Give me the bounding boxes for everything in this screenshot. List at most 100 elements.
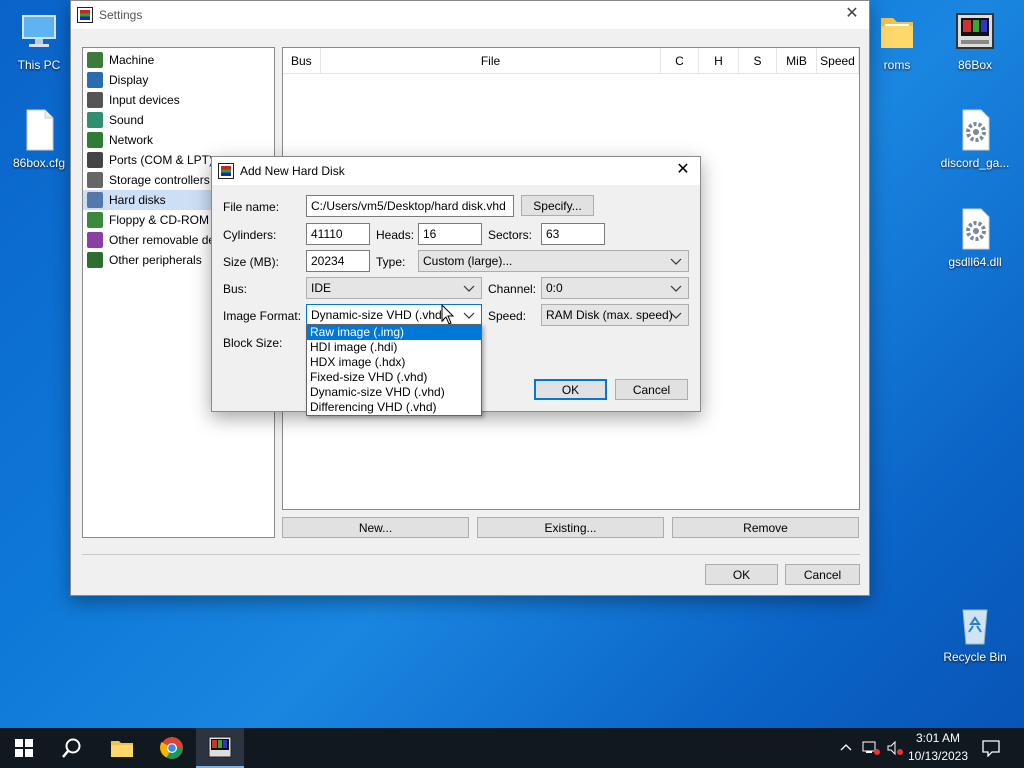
sidebar-item[interactable]: Display — [83, 70, 274, 90]
heads-field[interactable]: 16 — [418, 223, 482, 245]
dropdown-option[interactable]: HDX image (.hdx) — [307, 355, 481, 370]
chevron-up-icon[interactable] — [840, 741, 852, 755]
column-header-bus[interactable]: Bus — [283, 48, 321, 73]
size-label: Size (MB): — [223, 255, 280, 269]
taskbar-chrome[interactable] — [148, 728, 196, 768]
settings-ok-button[interactable]: OK — [705, 564, 778, 585]
desktop-icon-label: Recycle Bin — [943, 650, 1007, 664]
sidebar-item-icon — [87, 152, 103, 168]
recycle-bin-icon — [953, 602, 997, 646]
bus-label: Bus: — [223, 282, 248, 296]
column-header-file[interactable]: File — [321, 48, 661, 73]
image-format-select[interactable]: Dynamic-size VHD (.vhd) — [306, 304, 482, 326]
sectors-field[interactable]: 63 — [541, 223, 605, 245]
column-header-s[interactable]: S — [739, 48, 777, 73]
sidebar-item-icon — [87, 52, 103, 68]
sidebar-item-icon — [87, 172, 103, 188]
sidebar-item-icon — [87, 72, 103, 88]
dialog-cancel-button[interactable]: Cancel — [615, 379, 688, 400]
taskbar-86box[interactable] — [196, 728, 244, 768]
specify-button[interactable]: Specify... — [521, 195, 594, 216]
chevron-down-icon — [463, 312, 475, 319]
column-header-c[interactable]: C — [661, 48, 699, 73]
sidebar-item-icon — [87, 132, 103, 148]
desktop-icon-86box[interactable]: 86Box — [937, 10, 1013, 72]
cylinders-label: Cylinders: — [223, 228, 277, 242]
channel-select[interactable]: 0:0 — [541, 277, 689, 299]
taskbar: 3:01 AM 10/13/2023 — [0, 728, 1024, 768]
desktop-icon-label: 86box.cfg — [12, 156, 66, 170]
sidebar-item[interactable]: Sound — [83, 110, 274, 130]
taskbar-file-explorer[interactable] — [98, 728, 146, 768]
sidebar-item-label: Ports (COM & LPT) — [109, 153, 214, 167]
sidebar-item[interactable]: Network — [83, 130, 274, 150]
existing-disk-button[interactable]: Existing... — [477, 517, 664, 538]
dialog-title: Add New Hard Disk — [240, 164, 345, 178]
clock-time[interactable]: 3:01 AM — [908, 731, 968, 745]
speaker-muted-icon[interactable] — [886, 740, 904, 756]
remove-disk-button[interactable]: Remove — [672, 517, 859, 538]
image-format-dropdown[interactable]: Raw image (.img) HDI image (.hdi) HDX imag… — [306, 324, 482, 416]
sidebar-item-label: Other peripherals — [109, 253, 202, 267]
file-name-label: File name: — [223, 200, 280, 214]
close-icon[interactable]: ✕ — [674, 161, 692, 179]
close-icon[interactable]: ✕ — [843, 5, 861, 23]
block-size-label: Block Size: — [223, 336, 283, 350]
dropdown-option[interactable]: Dynamic-size VHD (.vhd) — [307, 385, 481, 400]
notification-icon[interactable] — [982, 739, 1000, 757]
desktop-icon-label: gsdll64.dll — [948, 255, 1002, 269]
type-select-value: Custom (large)... — [423, 254, 513, 268]
dropdown-option[interactable]: Differencing VHD (.vhd) — [307, 400, 481, 415]
sidebar-item-icon — [87, 232, 103, 248]
dropdown-option[interactable]: HDI image (.hdi) — [307, 340, 481, 355]
desktop-icon-86box-cfg[interactable]: 86box.cfg — [1, 108, 77, 170]
86box-icon — [218, 163, 234, 179]
start-button[interactable] — [0, 728, 48, 768]
column-header-mib[interactable]: MiB — [777, 48, 817, 73]
bus-select[interactable]: IDE — [306, 277, 482, 299]
dropdown-option[interactable]: Fixed-size VHD (.vhd) — [307, 370, 481, 385]
settings-titlebar[interactable]: Settings ✕ — [71, 1, 869, 29]
desktop-icon-recycle-bin[interactable]: Recycle Bin — [937, 602, 1013, 664]
sidebar-item[interactable]: Machine — [83, 50, 274, 70]
computer-icon — [17, 10, 61, 54]
column-header-h[interactable]: H — [699, 48, 739, 73]
sidebar-item[interactable]: Input devices — [83, 90, 274, 110]
sidebar-item-label: Display — [109, 73, 149, 87]
type-select[interactable]: Custom (large)... — [418, 250, 689, 272]
desktop-icon-label: 86Box — [957, 58, 993, 72]
86box-icon — [77, 7, 93, 23]
network-icon[interactable] — [862, 740, 880, 756]
sidebar-item-icon — [87, 92, 103, 108]
sidebar-item-label: Network — [109, 133, 154, 147]
sectors-label: Sectors: — [488, 228, 533, 242]
desktop-icon-discord-ga[interactable]: discord_ga... — [937, 108, 1013, 170]
desktop-icon-label: roms — [883, 58, 911, 72]
speed-select[interactable]: RAM Disk (max. speed) — [541, 304, 689, 326]
new-disk-button[interactable]: New... — [282, 517, 469, 538]
desktop-icon-gsdll64[interactable]: gsdll64.dll — [937, 207, 1013, 269]
desktop-icon-label: This PC — [17, 58, 61, 72]
dialog-ok-button[interactable]: OK — [534, 379, 607, 400]
chevron-down-icon — [670, 312, 682, 319]
file-name-field[interactable]: C:/Users/vm5/Desktop/hard disk.vhd — [306, 195, 514, 217]
86box-app-icon — [953, 10, 997, 54]
dialog-titlebar[interactable]: Add New Hard Disk ✕ — [212, 157, 700, 185]
search-button[interactable] — [48, 728, 96, 768]
size-field[interactable]: 20234 — [306, 250, 370, 272]
desktop-icon-this-pc[interactable]: This PC — [1, 10, 77, 72]
dropdown-option[interactable]: Raw image (.img) — [307, 325, 481, 340]
sidebar-item-icon — [87, 212, 103, 228]
desktop-icon-roms[interactable]: roms — [859, 10, 935, 72]
clock-date[interactable]: 10/13/2023 — [906, 749, 970, 763]
settings-cancel-button[interactable]: Cancel — [785, 564, 860, 585]
86box-app-icon — [208, 736, 232, 758]
gear-file-icon — [953, 108, 997, 152]
sidebar-item-label: Floppy & CD-ROM — [109, 213, 210, 227]
cylinders-field[interactable]: 41110 — [306, 223, 370, 245]
column-header-speed[interactable]: Speed — [817, 48, 859, 73]
windows-logo-icon — [15, 739, 33, 757]
sidebar-item-label: Input devices — [109, 93, 180, 107]
type-label: Type: — [376, 255, 406, 269]
sidebar-item-label: Hard disks — [109, 193, 166, 207]
